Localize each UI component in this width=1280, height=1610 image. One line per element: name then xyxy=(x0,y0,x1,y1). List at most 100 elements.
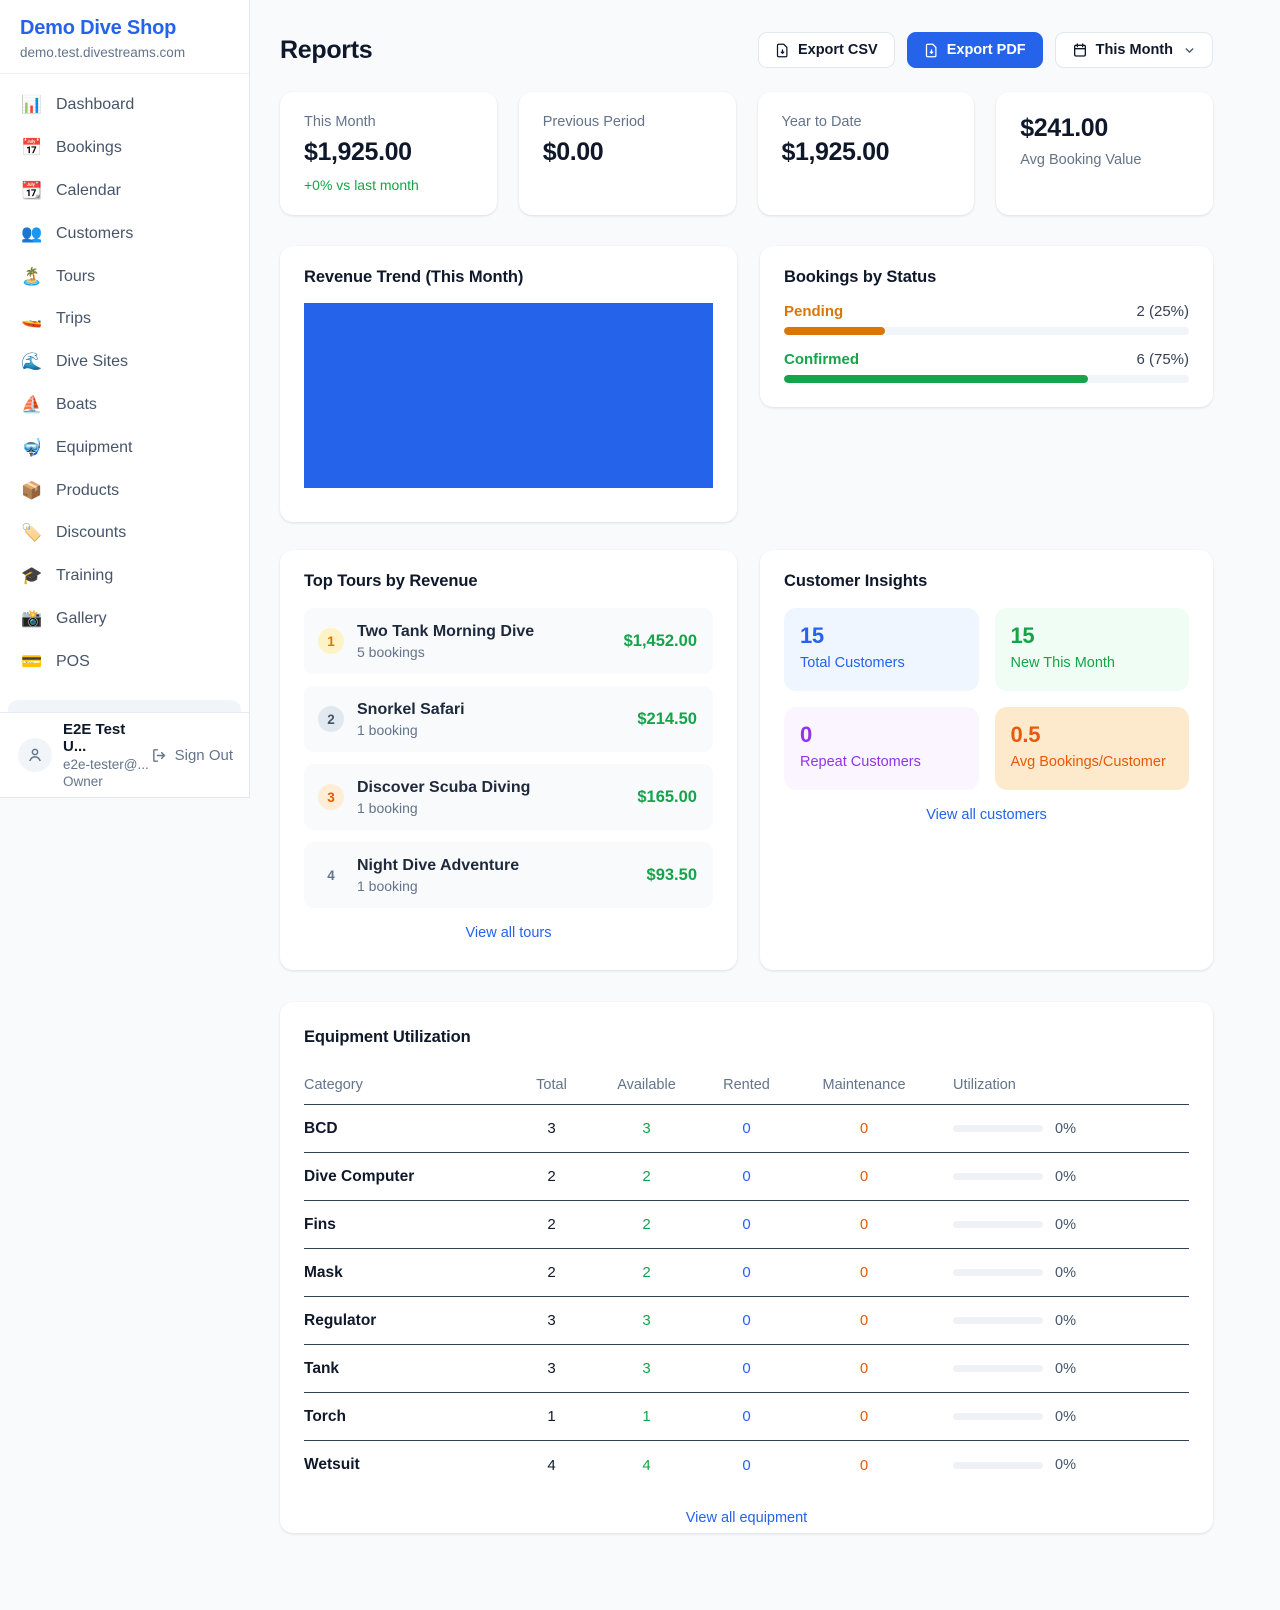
sidebar-item-label: Gallery xyxy=(56,610,107,628)
sidebar-item-customers[interactable]: 👥 Customers xyxy=(8,212,241,255)
sidebar-item-label: Tours xyxy=(56,268,95,286)
sidebar-item-dive-sites[interactable]: 🌊 Dive Sites xyxy=(8,341,241,384)
file-icon xyxy=(924,43,939,58)
status-bar-fill xyxy=(784,327,885,335)
stat-label: Avg Booking Value xyxy=(1020,152,1189,168)
calendar-icon xyxy=(1072,42,1088,58)
equipment-available: 2 xyxy=(599,1216,694,1233)
sidebar-item-trips[interactable]: 🚤 Trips xyxy=(8,298,241,341)
graduation-cap-icon: 🎓 xyxy=(21,566,43,586)
table-row: Dive Computer 2 2 0 0 0% xyxy=(304,1153,1189,1201)
column-header: Rented xyxy=(694,1077,799,1093)
equipment-utilization: 0% xyxy=(929,1361,1189,1377)
tour-bookings: 1 booking xyxy=(357,800,624,816)
equipment-utilization-card: Equipment Utilization Category Total Ava… xyxy=(280,1002,1213,1533)
tour-revenue: $214.50 xyxy=(637,710,697,729)
column-header: Utilization xyxy=(929,1077,1189,1093)
equipment-category: Mask xyxy=(304,1264,504,1282)
sidebar-user-footer: E2E Test U... e2e-tester@... Owner Sign … xyxy=(0,712,249,797)
stat-value: $0.00 xyxy=(543,138,712,167)
stat-value: $1,925.00 xyxy=(782,138,951,167)
equipment-utilization: 0% xyxy=(929,1313,1189,1329)
sidebar-item-bookings[interactable]: 📅 Bookings xyxy=(8,127,241,170)
tag-icon: 🏷️ xyxy=(21,523,43,543)
rank-badge: 3 xyxy=(318,784,344,810)
stat-value: $1,925.00 xyxy=(304,138,473,167)
user-name: E2E Test U... xyxy=(63,721,151,755)
equipment-rented: 0 xyxy=(694,1216,799,1233)
avatar xyxy=(18,738,52,772)
sailboat-icon: ⛵ xyxy=(21,395,43,415)
customer-insights-title: Customer Insights xyxy=(784,572,1189,591)
equipment-total: 2 xyxy=(504,1216,599,1233)
stat-card-avg-booking-value: $241.00 Avg Booking Value xyxy=(996,92,1213,215)
sidebar-item-dashboard[interactable]: 📊 Dashboard xyxy=(8,84,241,127)
utilization-bar-track xyxy=(953,1125,1043,1132)
equipment-maintenance: 0 xyxy=(799,1264,929,1281)
stat-value: $241.00 xyxy=(1020,114,1189,143)
utilization-percent: 0% xyxy=(1055,1265,1076,1281)
tour-revenue: $1,452.00 xyxy=(624,632,697,651)
table-header-row: Category Total Available Rented Maintena… xyxy=(304,1065,1189,1105)
sidebar-item-equipment[interactable]: 🤿 Equipment xyxy=(8,426,241,469)
sidebar-item-tours[interactable]: 🏝️ Tours xyxy=(8,255,241,298)
equipment-rented: 0 xyxy=(694,1312,799,1329)
export-pdf-button[interactable]: Export PDF xyxy=(907,32,1043,68)
sign-out-button[interactable]: Sign Out xyxy=(151,747,233,764)
utilization-bar-track xyxy=(953,1269,1043,1276)
equipment-maintenance: 0 xyxy=(799,1360,929,1377)
sidebar-item-label: Calendar xyxy=(56,182,121,200)
utilization-percent: 0% xyxy=(1055,1409,1076,1425)
table-row: Regulator 3 3 0 0 0% xyxy=(304,1297,1189,1345)
sidebar-item-gallery[interactable]: 📸 Gallery xyxy=(8,598,241,641)
sidebar-item-boats[interactable]: ⛵ Boats xyxy=(8,384,241,427)
equipment-maintenance: 0 xyxy=(799,1216,929,1233)
stat-label: Year to Date xyxy=(782,114,951,130)
camera-icon: 📸 xyxy=(21,609,43,629)
equipment-available: 3 xyxy=(599,1120,694,1137)
equipment-available: 2 xyxy=(599,1264,694,1281)
stat-card-this-month: This Month $1,925.00 +0% vs last month xyxy=(280,92,497,215)
column-header: Total xyxy=(504,1077,599,1093)
equipment-category: Torch xyxy=(304,1408,504,1426)
rank-badge: 4 xyxy=(318,862,344,888)
utilization-percent: 0% xyxy=(1055,1361,1076,1377)
tour-revenue: $93.50 xyxy=(647,866,697,885)
equipment-category: Tank xyxy=(304,1360,504,1378)
utilization-percent: 0% xyxy=(1055,1169,1076,1185)
equipment-rented: 0 xyxy=(694,1120,799,1137)
export-csv-button[interactable]: Export CSV xyxy=(758,32,895,68)
period-selector[interactable]: This Month xyxy=(1055,32,1213,68)
tile-value: 15 xyxy=(1011,623,1174,649)
main-content: Reports Export CSV Export PDF This Month xyxy=(280,32,1213,1533)
view-all-tours-link[interactable]: View all tours xyxy=(304,925,713,941)
equipment-total: 1 xyxy=(504,1408,599,1425)
top-tours-title: Top Tours by Revenue xyxy=(304,572,713,591)
tile-label: Avg Bookings/Customer xyxy=(1011,754,1174,770)
stat-delta: +0% vs last month xyxy=(304,177,473,193)
header-actions: Export CSV Export PDF This Month xyxy=(758,32,1213,68)
customer-insights-card: Customer Insights 15 Total Customers 15 … xyxy=(760,550,1213,970)
page-header: Reports Export CSV Export PDF This Month xyxy=(280,32,1213,68)
tour-name: Two Tank Morning Dive xyxy=(357,623,611,641)
view-all-equipment-link[interactable]: View all equipment xyxy=(304,1510,1189,1526)
customers-icon: 👥 xyxy=(21,224,43,244)
equipment-utilization: 0% xyxy=(929,1265,1189,1281)
sidebar-item-training[interactable]: 🎓 Training xyxy=(8,555,241,598)
sidebar-item-products[interactable]: 📦 Products xyxy=(8,469,241,512)
view-all-customers-link[interactable]: View all customers xyxy=(784,807,1189,823)
status-count: 2 (25%) xyxy=(1136,303,1189,320)
insight-tiles: 15 Total Customers 15 New This Month 0 R… xyxy=(784,608,1189,790)
tile-repeat-customers: 0 Repeat Customers xyxy=(784,707,979,790)
equipment-category: Dive Computer xyxy=(304,1168,504,1186)
sidebar-item-discounts[interactable]: 🏷️ Discounts xyxy=(8,512,241,555)
tile-total-customers: 15 Total Customers xyxy=(784,608,979,691)
trips-speedboat-icon: 🚤 xyxy=(21,309,43,329)
equipment-category: BCD xyxy=(304,1120,504,1138)
sidebar-item-label: Training xyxy=(56,567,113,585)
insights-row: Top Tours by Revenue 1 Two Tank Morning … xyxy=(280,550,1213,970)
equipment-rented: 0 xyxy=(694,1457,799,1474)
sidebar-item-calendar[interactable]: 📆 Calendar xyxy=(8,170,241,213)
equipment-maintenance: 0 xyxy=(799,1457,929,1474)
sidebar-item-pos[interactable]: 💳 POS xyxy=(8,640,241,683)
